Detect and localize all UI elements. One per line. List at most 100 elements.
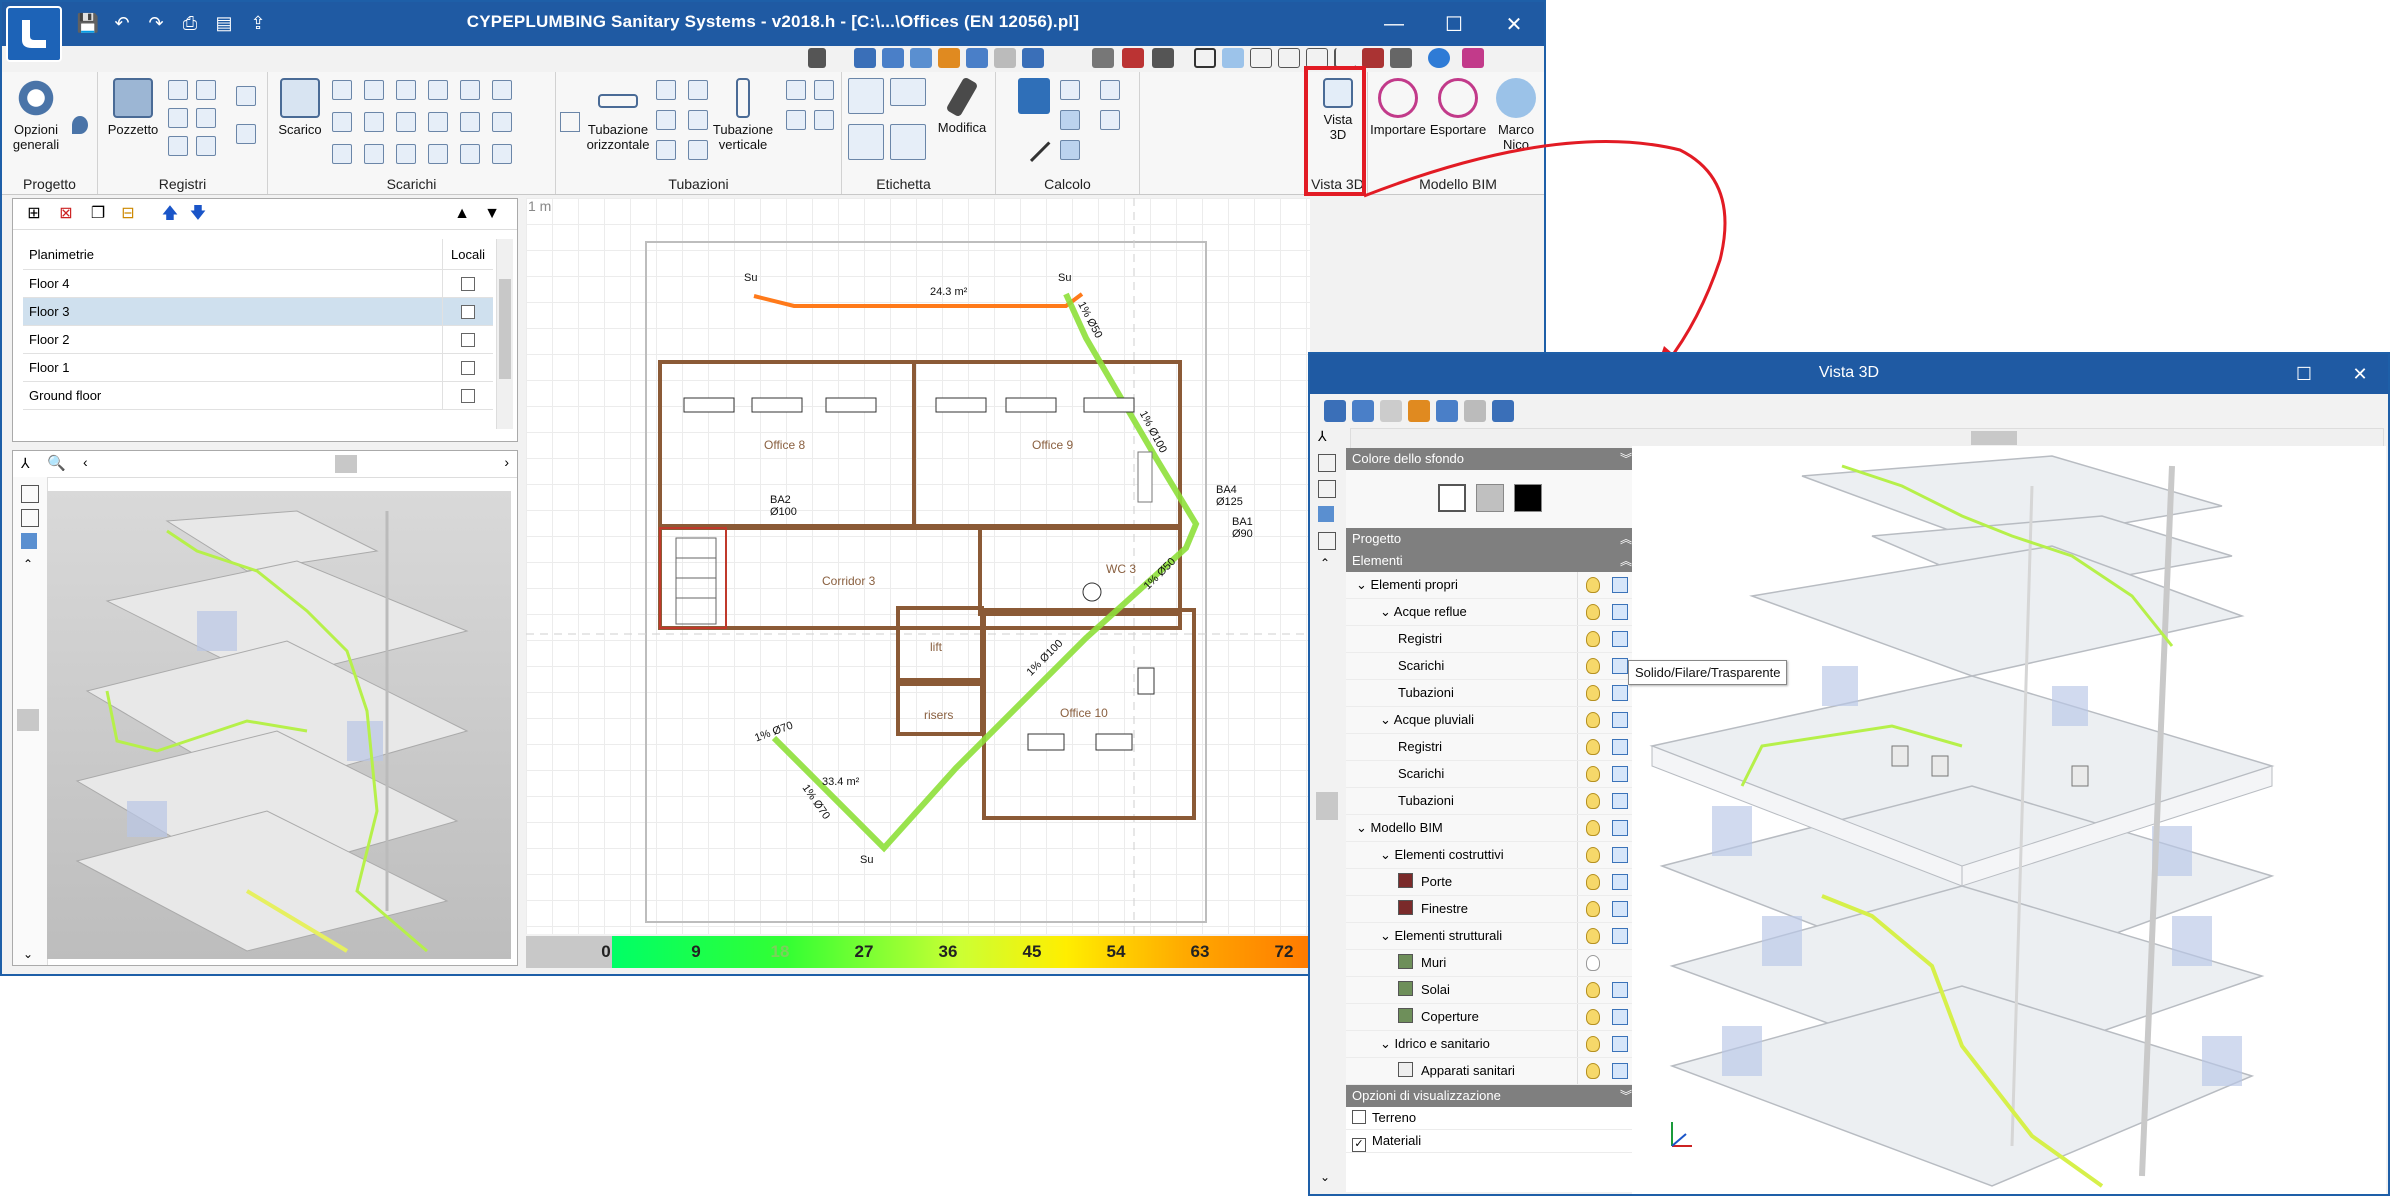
scroll-thumb[interactable] xyxy=(335,455,357,473)
lightbulb-icon[interactable] xyxy=(1586,577,1600,593)
display-mode-icon[interactable] xyxy=(1612,874,1628,890)
zoom-previous-icon[interactable] xyxy=(910,48,932,68)
sanitary-fixture-icon[interactable] xyxy=(396,80,416,100)
sanitary-fixture-icon[interactable] xyxy=(492,80,512,100)
display-option[interactable]: Terreno xyxy=(1346,1107,1638,1130)
rooms-checkbox[interactable] xyxy=(461,388,475,403)
display-mode-icon[interactable] xyxy=(1612,1036,1628,1052)
sanitary-fixture-icon[interactable] xyxy=(396,144,416,164)
label-move-icon[interactable] xyxy=(848,78,884,114)
zoom-icon[interactable]: 🔍 xyxy=(47,454,66,472)
lightbulb-icon[interactable] xyxy=(1586,1009,1600,1025)
pipe-aux-icon[interactable] xyxy=(560,112,580,132)
layers-alt-icon[interactable] xyxy=(1318,532,1336,550)
chevron-down-icon[interactable]: ⌄ xyxy=(1356,820,1371,835)
drain-button[interactable]: Scarico xyxy=(270,78,330,137)
export-button[interactable]: Esportare xyxy=(1428,78,1488,137)
rooms-checkbox[interactable] xyxy=(461,304,475,319)
tree-item[interactable]: Scarichi xyxy=(1346,653,1638,680)
layers-icon[interactable] xyxy=(1318,454,1336,472)
display-mode-icon[interactable] xyxy=(1612,793,1628,809)
vertical-pipe-button[interactable]: Tubazione verticale xyxy=(706,78,780,152)
display-mode-icon[interactable] xyxy=(1612,820,1628,836)
maximize-button[interactable]: ☐ xyxy=(2276,354,2332,394)
copy-floor-icon[interactable]: ❐ xyxy=(89,205,107,223)
triangle-up-icon[interactable]: ▲ xyxy=(453,205,471,223)
scroll-right-icon[interactable]: › xyxy=(504,454,509,470)
sanitary-fixture-icon[interactable] xyxy=(460,80,480,100)
arrow-up-icon[interactable]: 🡅 xyxy=(161,205,179,223)
zoom-all-icon[interactable] xyxy=(1352,400,1374,422)
scroll-thumb[interactable] xyxy=(1316,792,1338,820)
register-tool-icon[interactable] xyxy=(168,108,188,128)
rooms-checkbox[interactable] xyxy=(461,332,475,347)
pipe-tool-icon[interactable] xyxy=(656,80,676,100)
lightbulb-icon[interactable] xyxy=(1586,685,1600,701)
sanitary-fixture-icon[interactable] xyxy=(428,112,448,132)
minimize-button[interactable]: — xyxy=(1364,2,1424,46)
sanitary-fixture-icon[interactable] xyxy=(364,112,384,132)
caret-up-icon[interactable]: ⌃ xyxy=(1320,556,1330,570)
sanitary-fixture-icon[interactable] xyxy=(332,112,352,132)
3d-mode-icon[interactable] xyxy=(1318,480,1336,498)
project-section[interactable]: Progetto ︽ xyxy=(1346,528,1638,550)
terrain-checkbox[interactable] xyxy=(1352,1110,1366,1124)
calculator-icon[interactable] xyxy=(1018,78,1050,114)
lightbulb-icon[interactable] xyxy=(1586,604,1600,620)
display-mode-icon[interactable] xyxy=(1612,658,1628,674)
add-floor-icon[interactable]: ⊞ xyxy=(25,205,43,223)
sanitary-fixture-icon[interactable] xyxy=(492,144,512,164)
globe-icon[interactable] xyxy=(1428,48,1450,68)
lightbulb-icon[interactable] xyxy=(1586,793,1600,809)
pipe-tool-icon[interactable] xyxy=(688,80,708,100)
bg-color-white[interactable] xyxy=(1438,484,1466,512)
angle-icon[interactable] xyxy=(1334,48,1356,68)
pipe-tool-icon[interactable] xyxy=(786,80,806,100)
elements-section[interactable]: Elementi ︽ xyxy=(1346,550,1638,572)
chevron-down-icon[interactable]: ⌄ xyxy=(1356,577,1371,592)
check-icon[interactable] xyxy=(1100,80,1120,100)
bg-color-black[interactable] xyxy=(1514,484,1542,512)
display-mode-icon[interactable] xyxy=(1612,685,1628,701)
lightbulb-icon[interactable] xyxy=(1586,847,1600,863)
lightbulb-off-icon[interactable] xyxy=(1586,955,1600,971)
zoom-icon[interactable] xyxy=(966,48,988,68)
display-mode-icon[interactable] xyxy=(1612,1063,1628,1079)
tree-item[interactable]: ⌄ Elementi costruttivi xyxy=(1346,842,1638,869)
label-zoom-icon[interactable] xyxy=(848,124,884,160)
table-row[interactable]: Ground floor xyxy=(23,382,493,410)
tree-item[interactable]: Porte xyxy=(1346,869,1638,896)
scroll-thumb[interactable] xyxy=(17,709,39,731)
display-mode-icon[interactable] xyxy=(1612,712,1628,728)
tree-item[interactable]: Tubazioni xyxy=(1346,680,1638,707)
materials-checkbox[interactable]: ✓ xyxy=(1352,1138,1366,1152)
display-mode-icon[interactable] xyxy=(1612,766,1628,782)
chevron-down-icon[interactable]: ⌄ xyxy=(1380,928,1395,943)
display-mode-icon[interactable] xyxy=(1612,847,1628,863)
maximize-button[interactable]: ☐ xyxy=(1424,2,1484,46)
sanitary-fixture-icon[interactable] xyxy=(460,144,480,164)
collapse-icon[interactable]: ︾ xyxy=(1620,1085,1632,1107)
tree-item[interactable]: Muri xyxy=(1346,950,1638,977)
zoom-window-icon[interactable] xyxy=(854,48,876,68)
tools-icon[interactable] xyxy=(1390,48,1412,68)
tree-item[interactable]: ⌄ Acque pluviali xyxy=(1346,707,1638,734)
lightbulb-icon[interactable] xyxy=(1586,874,1600,890)
pipe-tool-icon[interactable] xyxy=(786,110,806,130)
display-mode-icon[interactable] xyxy=(1612,604,1628,620)
layers-icon[interactable] xyxy=(1092,48,1114,68)
lightbulb-icon[interactable] xyxy=(1586,712,1600,728)
label-search-icon[interactable] xyxy=(890,124,926,160)
caret-up-icon[interactable]: ⌃ xyxy=(23,557,33,571)
floors-scrollbar[interactable] xyxy=(496,239,513,429)
display-mode-icon[interactable] xyxy=(1612,1009,1628,1025)
register-tool-icon[interactable] xyxy=(196,80,216,100)
register-side-icon[interactable] xyxy=(236,124,256,144)
pipe-tool-icon[interactable] xyxy=(688,110,708,130)
scroll-left-icon[interactable]: ‹ xyxy=(83,454,88,470)
binoculars-icon[interactable] xyxy=(808,48,826,68)
sanitary-fixture-icon[interactable] xyxy=(332,80,352,100)
display-mode-icon[interactable] xyxy=(1612,982,1628,998)
arrow-down-icon[interactable]: 🡇 xyxy=(189,205,207,223)
rooms-checkbox[interactable] xyxy=(461,360,475,375)
